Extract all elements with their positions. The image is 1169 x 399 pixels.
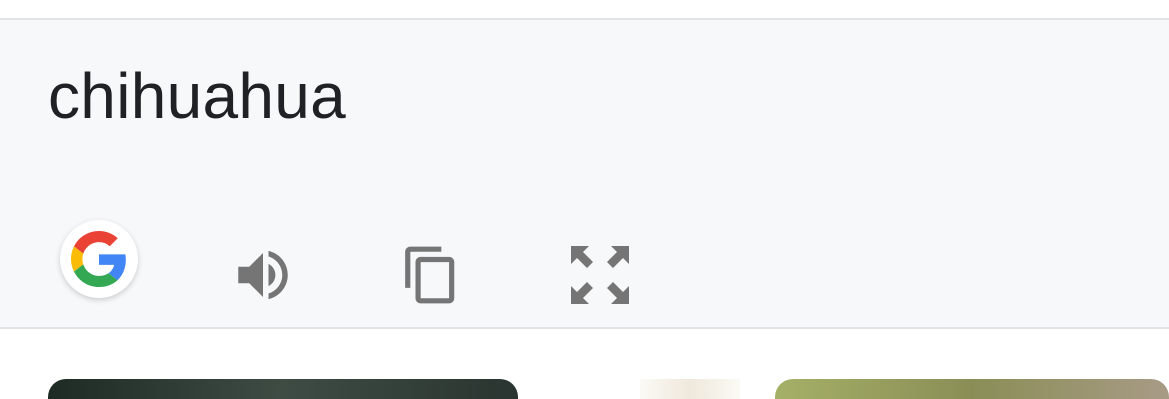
image-thumbnail[interactable]: [775, 379, 1169, 399]
image-thumbnail[interactable]: [640, 379, 740, 399]
fullscreen-icon: [571, 246, 629, 304]
copy-button[interactable]: [400, 242, 462, 313]
image-results-strip: [0, 329, 1169, 399]
translate-card: chihuahua: [0, 18, 1169, 329]
google-search-button[interactable]: [60, 220, 138, 298]
listen-button[interactable]: [230, 242, 296, 313]
google-g-icon: [71, 231, 126, 287]
action-bar: [0, 20, 1169, 327]
copy-icon: [405, 246, 455, 304]
fullscreen-button[interactable]: [567, 242, 633, 313]
top-strip: [0, 0, 1169, 18]
image-thumbnail[interactable]: [48, 379, 518, 399]
speaker-icon: [238, 250, 288, 300]
